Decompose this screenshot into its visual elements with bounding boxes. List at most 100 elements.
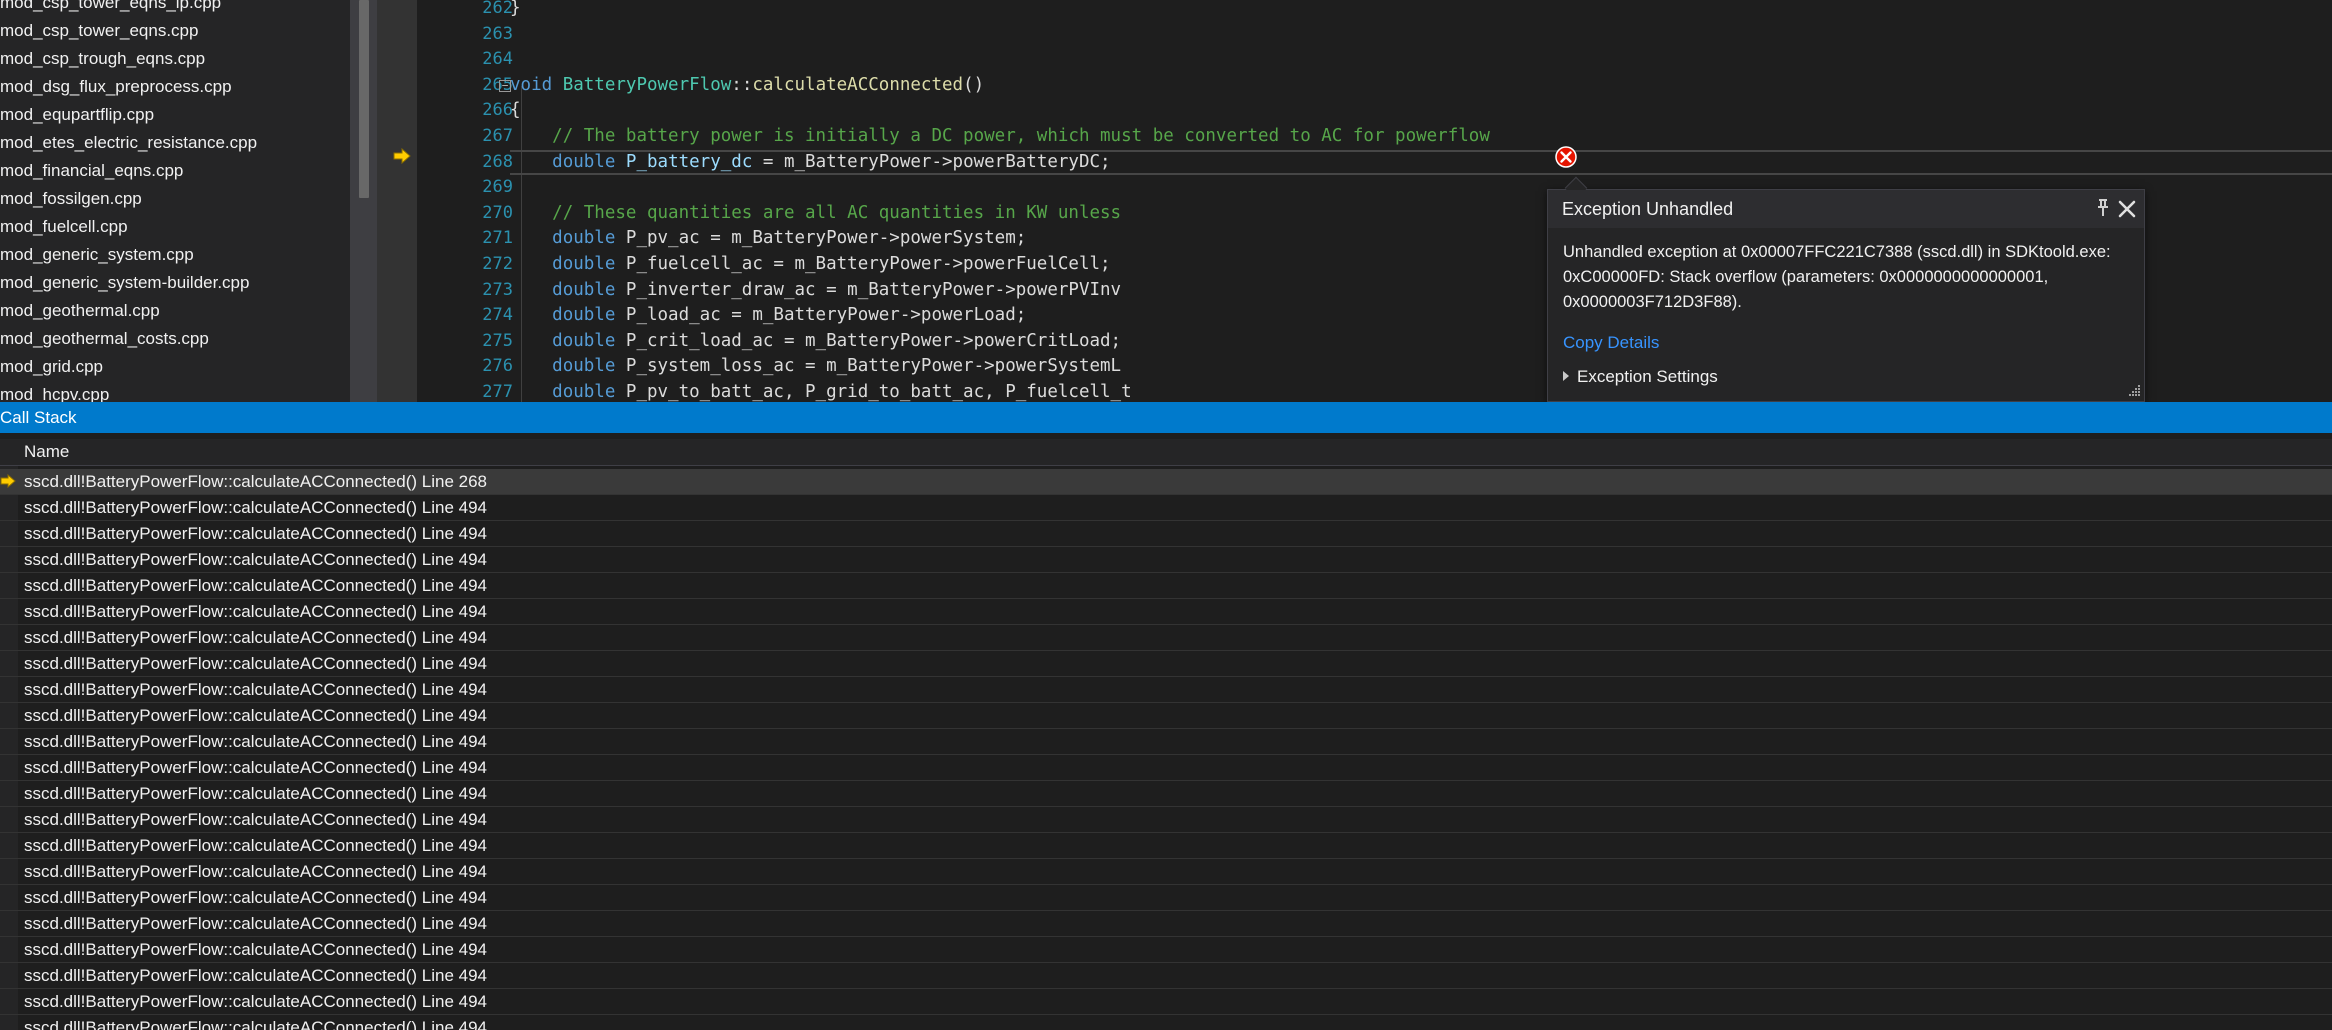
popup-title: Exception Unhandled <box>1562 199 1734 219</box>
code-line[interactable]: } <box>510 0 2332 22</box>
line-numbers: 262 263 264 265 266 267 268 269 270 271 … <box>417 0 517 402</box>
stack-frame-row[interactable]: sscd.dll!BatteryPowerFlow::calculateACCo… <box>0 573 2332 599</box>
stack-frame-row[interactable]: sscd.dll!BatteryPowerFlow::calculateACCo… <box>0 911 2332 937</box>
file-item[interactable]: mod_csp_trough_eqns.cpp <box>0 45 350 73</box>
code-text: P_pv_to_batt_ac, P_grid_to_batt_ac, P_fu… <box>615 381 1132 402</box>
stack-frame-row[interactable]: sscd.dll!BatteryPowerFlow::calculateACCo… <box>0 521 2332 547</box>
file-item[interactable]: mod_fossilgen.cpp <box>0 185 350 213</box>
code-comment: // These quantities are all AC quantitie… <box>552 202 1122 223</box>
file-item[interactable]: mod_dsg_flux_preprocess.cpp <box>0 73 350 101</box>
code-keyword: double <box>552 330 616 351</box>
resize-grip-icon[interactable] <box>2127 384 2141 398</box>
file-item[interactable]: mod_etes_electric_resistance.cpp <box>0 129 350 157</box>
stack-frame-row[interactable]: sscd.dll!BatteryPowerFlow::calculateACCo… <box>0 937 2332 963</box>
stack-frame-row[interactable]: sscd.dll!BatteryPowerFlow::calculateACCo… <box>0 1015 2332 1030</box>
file-item[interactable]: mod_fuelcell.cpp <box>0 213 350 241</box>
file-item[interactable]: mod_csp_tower_eqns_lp.cpp <box>0 0 350 17</box>
stack-frame-row[interactable]: sscd.dll!BatteryPowerFlow::calculateACCo… <box>0 495 2332 521</box>
stack-frame-row[interactable]: sscd.dll!BatteryPowerFlow::calculateACCo… <box>0 833 2332 859</box>
copy-details-link[interactable]: Copy Details <box>1563 333 1659 353</box>
stack-frame-text: sscd.dll!BatteryPowerFlow::calculateACCo… <box>24 966 488 985</box>
file-item[interactable]: mod_generic_system.cpp <box>0 241 350 269</box>
code-line[interactable] <box>510 47 2332 73</box>
stack-frame-row[interactable]: sscd.dll!BatteryPowerFlow::calculateACCo… <box>0 729 2332 755</box>
code-line[interactable] <box>510 22 2332 48</box>
code-text: } <box>510 0 521 18</box>
exception-settings-expander[interactable]: Exception Settings <box>1563 367 1718 387</box>
expand-arrow-icon <box>1563 371 1569 381</box>
code-keyword: double <box>552 356 616 377</box>
exception-popup: Exception Unhandled Unhandled exception … <box>1547 176 2145 402</box>
callstack-column-header[interactable]: Name <box>0 439 2332 466</box>
execution-arrow-icon <box>393 148 411 164</box>
file-item[interactable]: mod_geothermal_costs.cpp <box>0 325 350 353</box>
stack-frame-row[interactable]: sscd.dll!BatteryPowerFlow::calculateACCo… <box>0 651 2332 677</box>
callstack-list[interactable]: sscd.dll!BatteryPowerFlow::calculateACCo… <box>0 469 2332 1030</box>
stack-frame-text: sscd.dll!BatteryPowerFlow::calculateACCo… <box>24 576 488 595</box>
stack-frame-text: sscd.dll!BatteryPowerFlow::calculateACCo… <box>24 732 488 751</box>
stack-frame-text: sscd.dll!BatteryPowerFlow::calculateACCo… <box>24 1018 488 1030</box>
code-text: P_inverter_draw_ac = m_BatteryPower->pow… <box>615 279 1122 300</box>
stack-frame-text: sscd.dll!BatteryPowerFlow::calculateACCo… <box>24 836 488 855</box>
error-icon[interactable] <box>1555 146 1577 168</box>
file-item[interactable]: mod_financial_eqns.cpp <box>0 157 350 185</box>
popup-header: Exception Unhandled <box>1548 190 2144 228</box>
close-icon[interactable] <box>2116 198 2138 220</box>
code-line[interactable]: // The battery power is initially a DC p… <box>510 124 2332 150</box>
stack-frame-row[interactable]: sscd.dll!BatteryPowerFlow::calculateACCo… <box>0 755 2332 781</box>
stack-frame-row[interactable]: sscd.dll!BatteryPowerFlow::calculateACCo… <box>0 625 2332 651</box>
pin-icon[interactable] <box>2094 198 2112 218</box>
stack-frame-text: sscd.dll!BatteryPowerFlow::calculateACCo… <box>24 758 488 777</box>
code-comment: // The battery power is initially a DC p… <box>552 125 1490 146</box>
code-function: calculateACConnected <box>752 74 964 95</box>
explorer-scrollbar[interactable] <box>350 0 377 402</box>
code-text: P_load_ac = m_BatteryPower->powerLoad; <box>615 305 1027 326</box>
indicator-margin[interactable] <box>377 0 417 402</box>
stack-frame-text: sscd.dll!BatteryPowerFlow::calculateACCo… <box>24 498 488 517</box>
line-number: 275 <box>482 330 513 351</box>
line-number: 272 <box>482 253 513 274</box>
code-keyword: void <box>510 74 553 95</box>
code-line[interactable]: − void BatteryPowerFlow::calculateACConne… <box>499 73 2332 99</box>
file-item[interactable]: mod_csp_tower_eqns.cpp <box>0 17 350 45</box>
exception-message: Unhandled exception at 0x00007FFC221C738… <box>1563 243 2111 311</box>
file-item[interactable]: mod_hcpv.cpp <box>0 381 350 402</box>
line-number: 267 <box>482 125 513 146</box>
line-number: 269 <box>482 177 513 198</box>
code-variable: P_battery_dc <box>625 151 753 172</box>
stack-frame-row[interactable]: sscd.dll!BatteryPowerFlow::calculateACCo… <box>0 963 2332 989</box>
stack-frame-text: sscd.dll!BatteryPowerFlow::calculateACCo… <box>24 654 488 673</box>
stack-frame-row[interactable]: sscd.dll!BatteryPowerFlow::calculateACCo… <box>0 885 2332 911</box>
line-number: 270 <box>482 202 513 223</box>
stack-frame-row[interactable]: sscd.dll!BatteryPowerFlow::calculateACCo… <box>0 547 2332 573</box>
code-line[interactable]: { <box>510 98 2332 124</box>
solution-explorer: mod_csp_tower_eqns_lp.cpp mod_csp_tower_… <box>0 0 377 402</box>
file-item[interactable]: mod_grid.cpp <box>0 353 350 381</box>
line-number: 268 <box>482 151 513 172</box>
file-item[interactable]: mod_equpartflip.cpp <box>0 101 350 129</box>
column-header-name[interactable]: Name <box>24 442 69 462</box>
callstack-titlebar[interactable]: Call Stack <box>0 402 2332 433</box>
file-item[interactable]: mod_generic_system-builder.cpp <box>0 269 350 297</box>
stack-frame-row[interactable]: sscd.dll!BatteryPowerFlow::calculateACCo… <box>0 859 2332 885</box>
stack-frame-row[interactable]: sscd.dll!BatteryPowerFlow::calculateACCo… <box>0 677 2332 703</box>
stack-frame-text: sscd.dll!BatteryPowerFlow::calculateACCo… <box>24 810 488 829</box>
stack-frame-text: sscd.dll!BatteryPowerFlow::calculateACCo… <box>24 472 488 491</box>
stack-frame-row[interactable]: sscd.dll!BatteryPowerFlow::calculateACCo… <box>0 469 2332 495</box>
stack-frame-row[interactable]: sscd.dll!BatteryPowerFlow::calculateACCo… <box>0 989 2332 1015</box>
code-text: P_crit_load_ac = m_BatteryPower->powerCr… <box>615 330 1122 351</box>
line-number: 264 <box>482 49 513 70</box>
line-number: 274 <box>482 305 513 326</box>
code-text: { <box>510 100 521 121</box>
code-editor[interactable]: 262 263 264 265 266 267 268 269 270 271 … <box>377 0 2332 402</box>
collapse-toggle-icon[interactable]: − <box>499 79 511 92</box>
stack-frame-row[interactable]: sscd.dll!BatteryPowerFlow::calculateACCo… <box>0 807 2332 833</box>
stack-frame-row[interactable]: sscd.dll!BatteryPowerFlow::calculateACCo… <box>0 599 2332 625</box>
stack-frame-row[interactable]: sscd.dll!BatteryPowerFlow::calculateACCo… <box>0 781 2332 807</box>
code-text: :: <box>731 74 753 95</box>
current-code-line[interactable]: double P_battery_dc = m_BatteryPower->po… <box>510 149 2332 176</box>
file-list: mod_csp_tower_eqns_lp.cpp mod_csp_tower_… <box>0 0 350 402</box>
stack-frame-row[interactable]: sscd.dll!BatteryPowerFlow::calculateACCo… <box>0 703 2332 729</box>
file-item[interactable]: mod_geothermal.cpp <box>0 297 350 325</box>
explorer-scrollbar-thumb[interactable] <box>359 0 369 198</box>
